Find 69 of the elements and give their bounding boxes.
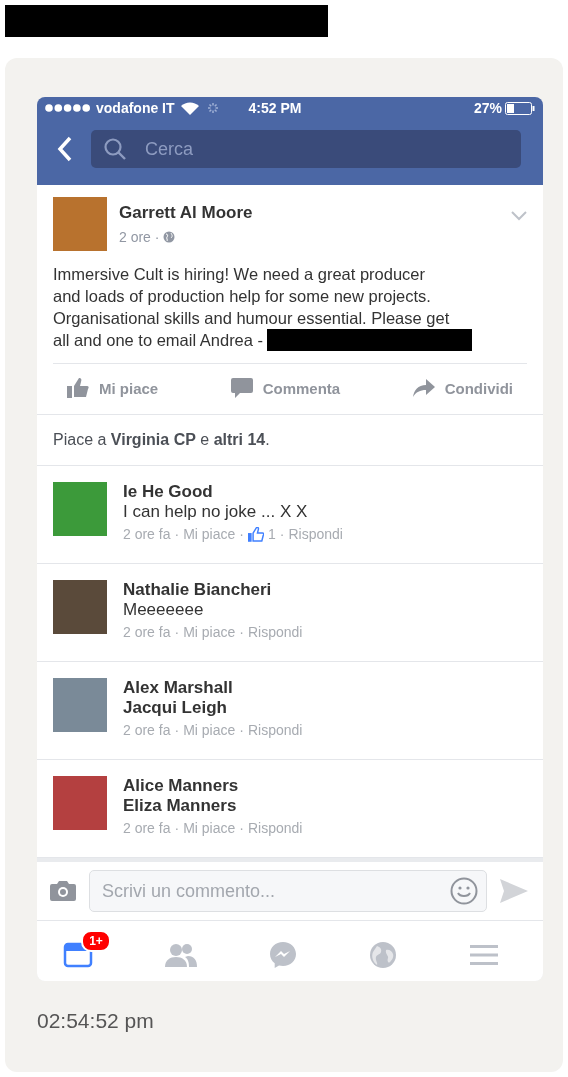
avatar-photo-placeholder	[53, 482, 107, 536]
separator-dot: ·	[174, 820, 180, 836]
search-bar[interactable]: Cerca	[91, 130, 521, 168]
comment-time: 2 ore fa	[123, 722, 171, 738]
avatar-photo-placeholder	[53, 678, 107, 732]
comment-time: 2 ore fa	[123, 526, 171, 542]
battery-percent: 27%	[473, 100, 502, 116]
globe-icon	[368, 940, 399, 970]
tab-bar-button[interactable]: 1+	[59, 930, 116, 972]
camera-icon[interactable]	[49, 880, 77, 902]
comment-action-link[interactable]: Rispondi	[247, 624, 303, 640]
post-time: 2 ore ·	[119, 229, 160, 245]
send-icon[interactable]	[499, 878, 529, 904]
separator-dot: ·	[174, 722, 180, 738]
commenter-name[interactable]: Nathalie Biancheri	[123, 580, 527, 600]
comment-time: 2 ore fa	[123, 624, 171, 640]
thumbs-up-icon	[247, 526, 264, 542]
commenter-name[interactable]: Alice Manners	[123, 776, 527, 796]
avatar-photo-placeholder	[53, 776, 107, 830]
like-count: 1	[267, 526, 276, 542]
tagged-name[interactable]: Eliza Manners	[123, 796, 527, 816]
share-arrow-icon	[412, 379, 435, 397]
chat-bubble-icon	[267, 940, 298, 970]
comment-box[interactable]: Scrivi un commento...	[89, 870, 487, 912]
comment-action-link[interactable]: Mi piace	[183, 624, 236, 640]
share-button[interactable]: Condividi	[412, 372, 513, 404]
wifi-icon	[180, 101, 199, 115]
notification-badge: 1+	[81, 930, 111, 952]
carrier-name: vodafone IT	[96, 100, 175, 116]
globe-icon	[163, 231, 176, 243]
profile-photo-placeholder	[53, 197, 107, 251]
separator-dot: ·	[174, 624, 180, 640]
comment-action-link[interactable]: Mi piace	[183, 526, 236, 542]
back-chevron-icon[interactable]	[57, 136, 73, 162]
signal-dots-icon	[45, 104, 91, 112]
menu-icon	[468, 942, 499, 968]
search-icon	[103, 137, 127, 161]
clock-time: 4:52 PM	[248, 100, 302, 116]
battery-icon	[505, 101, 535, 115]
comment-text: I can help no joke ... X X	[123, 502, 309, 522]
author-name[interactable]: Garrett Al Moore	[119, 197, 499, 223]
post-text-line: all and one to email Andrea -	[53, 330, 264, 351]
smiley-icon[interactable]	[450, 877, 478, 905]
comment-text: Meeeeeee	[123, 600, 205, 620]
activity-spinner-icon	[206, 102, 219, 114]
avatar-photo-placeholder	[53, 580, 107, 634]
commenter-name[interactable]: Alex Marshall	[123, 678, 527, 698]
comment-action-link[interactable]: Mi piace	[183, 722, 236, 738]
separator-dot: ·	[239, 526, 244, 542]
thumbs-up-icon	[67, 378, 89, 398]
tagged-name[interactable]: Jacqui Leigh	[123, 698, 527, 718]
comment-time: 2 ore fa	[123, 820, 171, 836]
likes-summary[interactable]: Piace a Virginia CP e altri 14.	[53, 431, 270, 448]
comment-action-link[interactable]: Rispondi	[247, 722, 303, 738]
separator-dot: ·	[239, 624, 244, 640]
chevron-down-icon[interactable]	[511, 211, 527, 221]
separator-dot: ·	[239, 820, 244, 836]
timestamp: 02:54:52 pm	[37, 1009, 155, 1033]
speech-bubble-icon	[230, 378, 253, 398]
separator-dot: ·	[174, 526, 180, 542]
comment-action-link[interactable]: Mi piace	[183, 820, 236, 836]
people-icon	[163, 942, 198, 968]
comment-button[interactable]: Commenta	[230, 372, 341, 404]
commenter-name[interactable]: Ie He Good	[123, 482, 527, 502]
comment-action-link[interactable]: Rispondi	[288, 526, 343, 542]
separator-dot: ·	[279, 526, 285, 542]
comment-action-link[interactable]: Rispondi	[247, 820, 303, 836]
like-button[interactable]: Mi piace	[67, 372, 159, 404]
separator-dot: ·	[239, 722, 244, 738]
